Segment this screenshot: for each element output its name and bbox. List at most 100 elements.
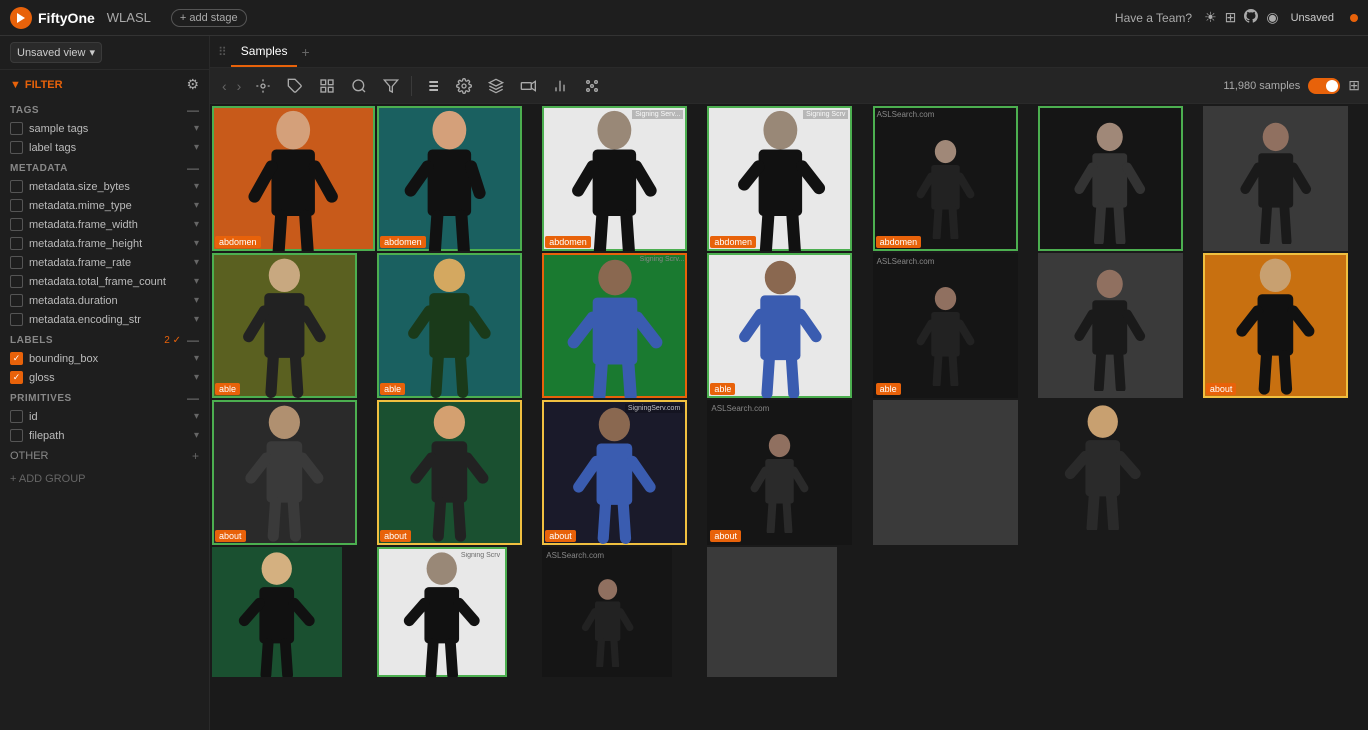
metadata-mime-checkbox[interactable] [10, 199, 23, 212]
nav-back-button[interactable]: ‹ [218, 76, 231, 96]
samples-tab[interactable]: Samples [231, 36, 298, 67]
label-tags-checkbox[interactable] [10, 141, 23, 154]
table-row[interactable]: ASLSearch.com about [707, 400, 852, 545]
table-row[interactable] [1203, 400, 1333, 530]
table-row[interactable]: Signing Scrv... [542, 253, 687, 398]
label-tags-item[interactable]: label tags ▾ [0, 138, 209, 157]
metadata-frame-height[interactable]: metadata.frame_height ▾ [0, 234, 209, 253]
table-row[interactable]: able [212, 253, 357, 398]
aslsearch-label: ASLSearch.com [877, 257, 935, 266]
table-row[interactable]: abdomen [212, 106, 375, 251]
metadata-frame-rate[interactable]: metadata.frame_rate ▾ [0, 253, 209, 272]
table-row[interactable] [212, 547, 342, 677]
sample-label: able [710, 383, 735, 395]
metadata-size-bytes[interactable]: metadata.size_bytes ▾ [0, 177, 209, 196]
tags-collapse-icon[interactable]: — [187, 103, 199, 117]
table-row[interactable] [1038, 106, 1183, 251]
table-row[interactable]: able [707, 253, 852, 398]
table-row[interactable] [1038, 253, 1183, 398]
topbar-icons: ☀ ⊞ ◉ [1204, 9, 1279, 26]
add-group-button[interactable]: + ADD GROUP [0, 467, 209, 491]
metadata-tf-checkbox[interactable] [10, 275, 23, 288]
watermark: Signing Scrv... [640, 256, 685, 263]
metadata-encoding[interactable]: metadata.encoding_str ▾ [0, 310, 209, 329]
metadata-size-checkbox[interactable] [10, 180, 23, 193]
add-tab-button[interactable]: + [297, 44, 313, 60]
filepath-item[interactable]: filepath ▾ [0, 426, 209, 445]
metadata-fr-checkbox[interactable] [10, 256, 23, 269]
metadata-collapse-icon[interactable]: — [187, 161, 199, 175]
metadata-dur-checkbox[interactable] [10, 294, 23, 307]
toggle-switch[interactable] [1308, 78, 1340, 94]
other-add-icon[interactable]: + [192, 449, 199, 463]
tag-icon-button[interactable] [281, 74, 309, 98]
id-item[interactable]: id ▾ [0, 407, 209, 426]
table-row[interactable]: abdomen [377, 106, 522, 251]
metadata-duration[interactable]: metadata.duration ▾ [0, 291, 209, 310]
metadata-fh-checkbox[interactable] [10, 237, 23, 250]
sample-label: abdomen [380, 236, 426, 248]
sun-icon[interactable]: ☀ [1204, 9, 1217, 26]
toggle-thumb [1326, 80, 1338, 92]
table-row[interactable]: Signing Scrv [377, 547, 507, 677]
filter-title: ▼ FILTER [10, 79, 63, 91]
table-row[interactable]: Signing Serv... abdomen [542, 106, 687, 251]
metadata-fw-checkbox[interactable] [10, 218, 23, 231]
sample-count: 11,980 samples [1223, 80, 1300, 92]
settings-icon-button[interactable] [450, 74, 478, 98]
discord-icon[interactable]: ◉ [1266, 9, 1278, 26]
filter-settings-icon[interactable]: ⚙ [186, 76, 199, 93]
scatter-icon-button[interactable] [578, 74, 606, 98]
chevron-down-icon: ▾ [89, 46, 95, 59]
id-checkbox[interactable] [10, 410, 23, 423]
table-row[interactable]: about [377, 400, 522, 545]
table-row[interactable]: ASLSearch.com [542, 547, 672, 677]
brain-icon-button[interactable] [249, 74, 277, 98]
grid-view-icon[interactable]: ⊞ [1348, 77, 1360, 94]
search-icon-button[interactable] [345, 74, 373, 98]
view-dropdown[interactable]: Unsaved view ▾ [10, 42, 102, 63]
sample-tags-item[interactable]: sample tags ▾ [0, 119, 209, 138]
table-row[interactable]: about [212, 400, 357, 545]
metadata-total-frames[interactable]: metadata.total_frame_count ▾ [0, 272, 209, 291]
tabs-bar: ⠿ Samples + [210, 36, 1368, 68]
nav-arrows: ‹ › [218, 76, 245, 96]
bounding-box-item[interactable]: ✓ bounding_box ▾ [0, 349, 209, 368]
table-row[interactable] [1203, 106, 1348, 251]
grid-icon[interactable]: ⊞ [1225, 9, 1237, 26]
sample-label: able [215, 383, 240, 395]
gloss-item[interactable]: ✓ gloss ▾ [0, 368, 209, 387]
table-row[interactable]: about [1203, 253, 1348, 398]
nav-forward-button[interactable]: › [233, 76, 246, 96]
main-layout: Unsaved view ▾ ▼ FILTER ⚙ TAGS — sample … [0, 36, 1368, 730]
video-icon-button[interactable] [514, 74, 542, 98]
table-row[interactable]: Signing Scrv abdomen [707, 106, 852, 251]
watermark: Signing Scrv [458, 551, 503, 560]
table-row[interactable]: able [377, 253, 522, 398]
chart-icon-button[interactable] [546, 74, 574, 98]
metadata-mime-type[interactable]: metadata.mime_type ▾ [0, 196, 209, 215]
metadata-frame-width[interactable]: metadata.frame_width ▾ [0, 215, 209, 234]
toggle-track[interactable] [1308, 78, 1340, 94]
list-view-button[interactable] [418, 74, 446, 98]
table-row[interactable]: ASLSearch.com abdomen [873, 106, 1018, 251]
watermark: SigningServ.com [625, 404, 683, 413]
ai-icon-button[interactable] [482, 74, 510, 98]
select-icon-button[interactable] [313, 74, 341, 98]
filepath-checkbox[interactable] [10, 429, 23, 442]
metadata-enc-checkbox[interactable] [10, 313, 23, 326]
gloss-checkbox[interactable]: ✓ [10, 371, 23, 384]
table-row[interactable] [873, 400, 1018, 545]
github-icon[interactable] [1244, 9, 1258, 26]
bounding-box-checkbox[interactable]: ✓ [10, 352, 23, 365]
table-row[interactable]: ASLSearch.com able [873, 253, 1018, 398]
add-stage-button[interactable]: + add stage [171, 9, 247, 27]
primitives-collapse-icon[interactable]: — [187, 391, 199, 405]
sample-tags-checkbox[interactable] [10, 122, 23, 135]
table-row[interactable]: SigningServ.com about [542, 400, 687, 545]
table-row[interactable] [707, 547, 837, 677]
filter-icon-button[interactable] [377, 74, 405, 98]
labels-collapse-icon[interactable]: — [187, 333, 199, 347]
sample-label: abdomen [215, 236, 261, 248]
table-row[interactable] [1038, 400, 1168, 530]
